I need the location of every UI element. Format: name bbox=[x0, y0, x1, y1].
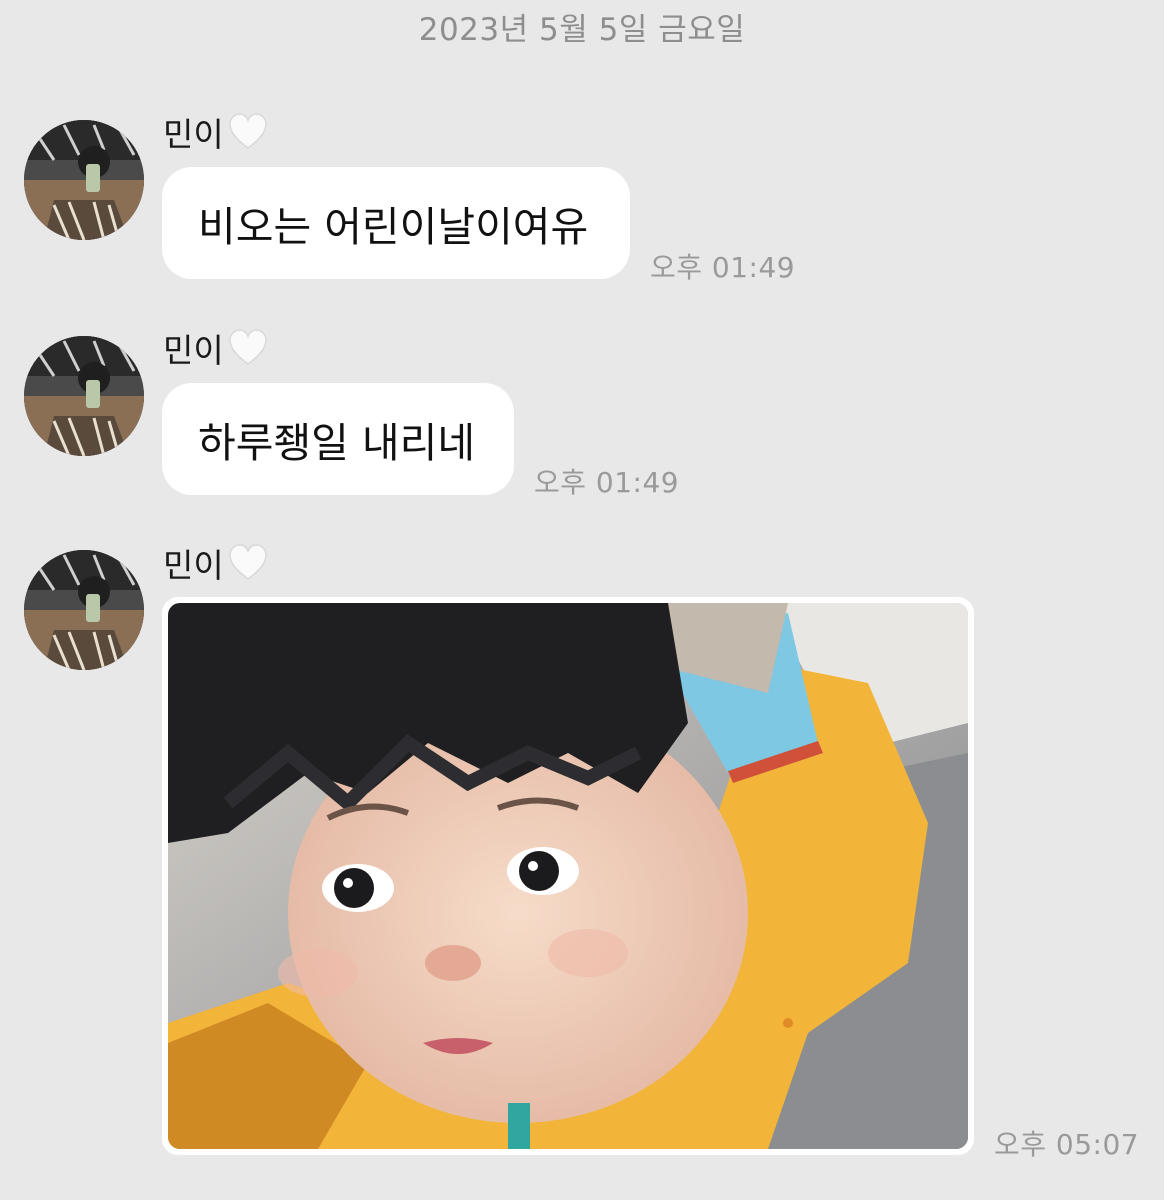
message-bubble[interactable]: 비오는 어린이날이여유 bbox=[162, 167, 630, 279]
sender-avatar[interactable] bbox=[24, 120, 144, 240]
sender-name: 민이 bbox=[163, 541, 268, 585]
white-heart-icon bbox=[228, 329, 267, 365]
message-timestamp: 오후 01:49 bbox=[534, 466, 680, 499]
date-divider: 2023년 5월 5일 금요일 bbox=[418, 12, 746, 48]
message-timestamp: 오후 05:07 bbox=[994, 1128, 1140, 1161]
message-text: 하루좽일 내리네 bbox=[198, 419, 476, 467]
message-text: 비오는 어린이날이여유 bbox=[198, 203, 589, 251]
sender-name: 민이 bbox=[163, 326, 268, 370]
message-timestamp: 오후 01:49 bbox=[650, 251, 796, 284]
white-heart-icon bbox=[228, 544, 267, 580]
chat-window: 2023년 5월 5일 금요일 민이 비오는 어린이날이여유 오후 01:49 bbox=[0, 0, 1164, 1200]
sender-name: 민이 bbox=[163, 110, 268, 154]
white-heart-icon bbox=[228, 113, 267, 149]
sender-name-text: 민이 bbox=[163, 546, 224, 585]
sender-name-text: 민이 bbox=[163, 331, 224, 370]
sender-name-text: 민이 bbox=[163, 115, 224, 154]
message-bubble[interactable]: 하루좽일 내리네 bbox=[162, 383, 514, 495]
child-photo[interactable] bbox=[168, 603, 968, 1149]
photo-message[interactable] bbox=[162, 597, 974, 1155]
sender-avatar[interactable] bbox=[24, 336, 144, 456]
sender-avatar[interactable] bbox=[24, 550, 144, 670]
